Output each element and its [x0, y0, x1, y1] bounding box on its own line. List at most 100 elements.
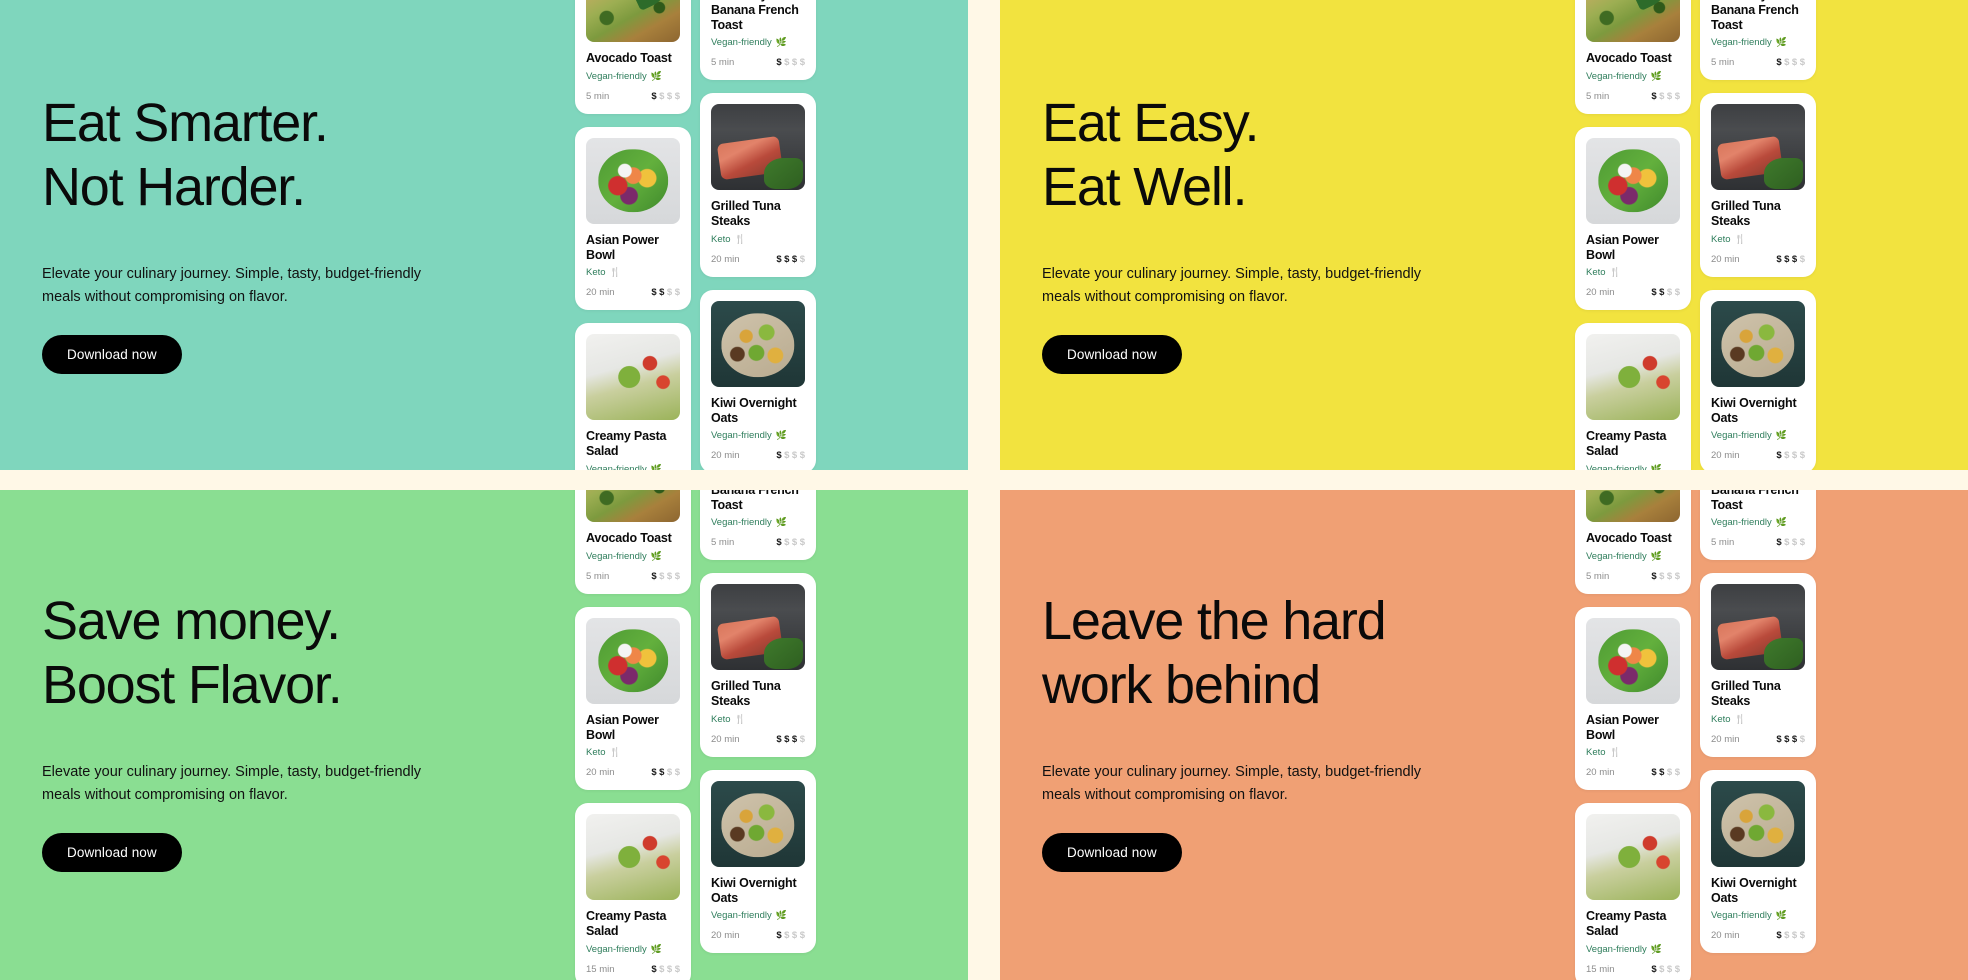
recipe-price-rating: $ $ $ $: [1651, 90, 1680, 102]
recipe-title: Creamy Pasta Salad: [586, 909, 667, 938]
recipe-tag-label: Vegan-friendly: [711, 37, 772, 49]
recipe-meta: 20 min $ $ $ $: [711, 450, 805, 461]
recipe-tag-label: Vegan-friendly: [1711, 37, 1772, 49]
recipe-tag-label: Keto: [711, 233, 731, 245]
asian-power-bowl-photo: [1586, 617, 1680, 704]
recipe-meta: 5 min $ $ $ $: [1711, 537, 1805, 548]
recipe-tag: Keto 🍴: [711, 714, 805, 725]
recipe-time: 5 min: [1711, 57, 1735, 69]
recipe-price-rating: $ $ $ $: [776, 930, 805, 942]
recipe-title: Creamy Pasta Salad: [586, 429, 667, 458]
recipe-tag-label: Vegan-friendly: [1711, 910, 1772, 922]
leaf-icon: 🌿: [1775, 37, 1787, 48]
recipe-title: Grilled Tuna Steaks: [1711, 679, 1781, 708]
recipe-tag-label: Vegan-friendly: [1711, 430, 1772, 442]
recipe-card-column-one: Avocado Toast Vegan-friendly 🌿 5 min $ $ $…: [575, 490, 691, 980]
cutlery-icon: 🍴: [1734, 713, 1746, 724]
recipe-meta: 20 min $ $ $ $: [586, 287, 680, 298]
recipe-price-rating: $ $ $ $: [1776, 537, 1805, 549]
pasta-salad-photo: [1586, 334, 1680, 421]
recipe-card[interactable]: Creamy Pasta Salad Vegan-friendly 🌿 15 m…: [1575, 323, 1691, 470]
recipe-price-rating: $ $ $ $: [651, 767, 680, 779]
recipe-tag: Keto 🍴: [586, 747, 680, 758]
recipe-price-rating: $ $ $ $: [1776, 253, 1805, 265]
recipe-card[interactable]: Grilled Tuna Steaks Keto 🍴 20 min $ $ $ $: [1700, 573, 1816, 757]
recipe-card-column-two: Blueberry & Banana French Toast Vegan-fr…: [1700, 490, 1816, 954]
leaf-icon: 🌿: [650, 550, 662, 561]
recipe-card[interactable]: Avocado Toast Vegan-friendly 🌿 5 min $ $ $…: [1575, 490, 1691, 594]
recipe-price-rating: $ $ $ $: [1651, 287, 1680, 299]
recipe-card[interactable]: Avocado Toast Vegan-friendly 🌿 5 min $ $ $…: [575, 0, 691, 114]
recipe-card[interactable]: Kiwi Overnight Oats Vegan-friendly 🌿 20 …: [1700, 289, 1816, 470]
recipe-time: 20 min: [1711, 930, 1740, 942]
recipe-card[interactable]: Creamy Pasta Salad Vegan-friendly 🌿 15 m…: [1575, 803, 1691, 980]
recipe-time: 5 min: [1711, 537, 1735, 549]
recipe-card[interactable]: Grilled Tuna Steaks Keto 🍴 20 min $ $ $ $: [700, 573, 816, 757]
cutlery-icon: 🍴: [734, 233, 746, 244]
recipe-card[interactable]: Grilled Tuna Steaks Keto 🍴 20 min $ $ $ $: [1700, 93, 1816, 277]
recipe-card[interactable]: Grilled Tuna Steaks Keto 🍴 20 min $ $ $ $: [700, 93, 816, 277]
recipe-meta: 20 min $ $ $ $: [1586, 287, 1680, 298]
recipe-title: Grilled Tuna Steaks: [711, 679, 781, 708]
recipe-tag-label: Vegan-friendly: [1586, 463, 1647, 470]
avocado-toast-photo: [586, 490, 680, 522]
recipe-card[interactable]: Kiwi Overnight Oats Vegan-friendly 🌿 20 …: [700, 289, 816, 470]
recipe-time: 20 min: [586, 767, 615, 779]
recipe-tag-label: Vegan-friendly: [586, 463, 647, 470]
recipe-card[interactable]: Avocado Toast Vegan-friendly 🌿 5 min $ $ $…: [1575, 0, 1691, 114]
cutlery-icon: 🍴: [1734, 233, 1746, 244]
recipe-tag-label: Vegan-friendly: [711, 517, 772, 529]
recipe-price-rating: $ $ $ $: [1776, 57, 1805, 69]
recipe-card[interactable]: Blueberry & Banana French Toast Vegan-fr…: [1700, 0, 1816, 81]
recipe-card[interactable]: Asian Power Bowl Keto 🍴 20 min $ $ $ $: [1575, 126, 1691, 311]
pasta-salad-photo: [1586, 814, 1680, 901]
recipe-card[interactable]: Blueberry & Banana French Toast Vegan-fr…: [700, 490, 816, 561]
kiwi-oats-photo: [711, 780, 805, 867]
recipe-meta: 20 min $ $ $ $: [1711, 450, 1805, 461]
download-now-button[interactable]: Download now: [42, 335, 182, 375]
recipe-tag-label: Vegan-friendly: [586, 550, 647, 562]
recipe-tag: Vegan-friendly 🌿: [711, 37, 805, 48]
recipe-time: 20 min: [711, 733, 740, 745]
recipe-price-rating: $ $ $ $: [776, 733, 805, 745]
recipe-time: 20 min: [1711, 253, 1740, 265]
pasta-salad-photo: [586, 334, 680, 421]
recipe-meta: 20 min $ $ $ $: [586, 767, 680, 778]
recipe-title: Avocado Toast: [586, 531, 672, 545]
recipe-meta: 20 min $ $ $ $: [1711, 254, 1805, 265]
recipe-card-column-two: Blueberry & Banana French Toast Vegan-fr…: [700, 490, 816, 954]
download-now-button[interactable]: Download now: [1042, 833, 1182, 873]
cutlery-icon: 🍴: [609, 267, 621, 278]
recipe-card[interactable]: Avocado Toast Vegan-friendly 🌿 5 min $ $ $…: [575, 490, 691, 594]
recipe-card[interactable]: Asian Power Bowl Keto 🍴 20 min $ $ $ $: [575, 126, 691, 311]
recipe-card[interactable]: Blueberry & Banana French Toast Vegan-fr…: [700, 0, 816, 81]
cutlery-icon: 🍴: [734, 713, 746, 724]
recipe-card[interactable]: Asian Power Bowl Keto 🍴 20 min $ $ $ $: [1575, 606, 1691, 791]
recipe-card[interactable]: Kiwi Overnight Oats Vegan-friendly 🌿 20 …: [1700, 769, 1816, 954]
recipe-meta: 5 min $ $ $ $: [711, 537, 805, 548]
asian-power-bowl-photo: [586, 617, 680, 704]
recipe-tag: Vegan-friendly 🌿: [586, 464, 680, 470]
recipe-card[interactable]: Blueberry & Banana French Toast Vegan-fr…: [1700, 490, 1816, 561]
recipe-price-rating: $ $ $ $: [776, 57, 805, 69]
recipe-price-rating: $ $ $ $: [651, 90, 680, 102]
recipe-card[interactable]: Creamy Pasta Salad Vegan-friendly 🌿 15 m…: [575, 323, 691, 470]
recipe-tag: Vegan-friendly 🌿: [1711, 517, 1805, 528]
download-now-button[interactable]: Download now: [1042, 335, 1182, 375]
hero-block: Eat Easy. Eat Well. Elevate your culinar…: [1042, 92, 1522, 375]
recipe-card[interactable]: Kiwi Overnight Oats Vegan-friendly 🌿 20 …: [700, 769, 816, 954]
recipe-time: 20 min: [711, 930, 740, 942]
recipe-tag-label: Keto: [1586, 267, 1606, 279]
recipe-price-rating: $ $ $ $: [1651, 767, 1680, 779]
recipe-card[interactable]: Creamy Pasta Salad Vegan-friendly 🌿 15 m…: [575, 803, 691, 980]
hero-block: Save money. Boost Flavor. Elevate your c…: [42, 590, 522, 873]
recipe-card-column-one: Avocado Toast Vegan-friendly 🌿 5 min $ $ $…: [1575, 0, 1691, 470]
recipe-price-rating: $ $ $ $: [651, 963, 680, 975]
recipe-tag-label: Vegan-friendly: [1586, 70, 1647, 82]
promo-panel-save-money: Save money. Boost Flavor. Elevate your c…: [0, 490, 968, 980]
download-now-button[interactable]: Download now: [42, 833, 182, 873]
recipe-card[interactable]: Asian Power Bowl Keto 🍴 20 min $ $ $ $: [575, 606, 691, 791]
recipe-time: 20 min: [1586, 767, 1615, 779]
recipe-tag-label: Vegan-friendly: [1711, 517, 1772, 529]
recipe-tag-label: Keto: [1711, 713, 1731, 725]
